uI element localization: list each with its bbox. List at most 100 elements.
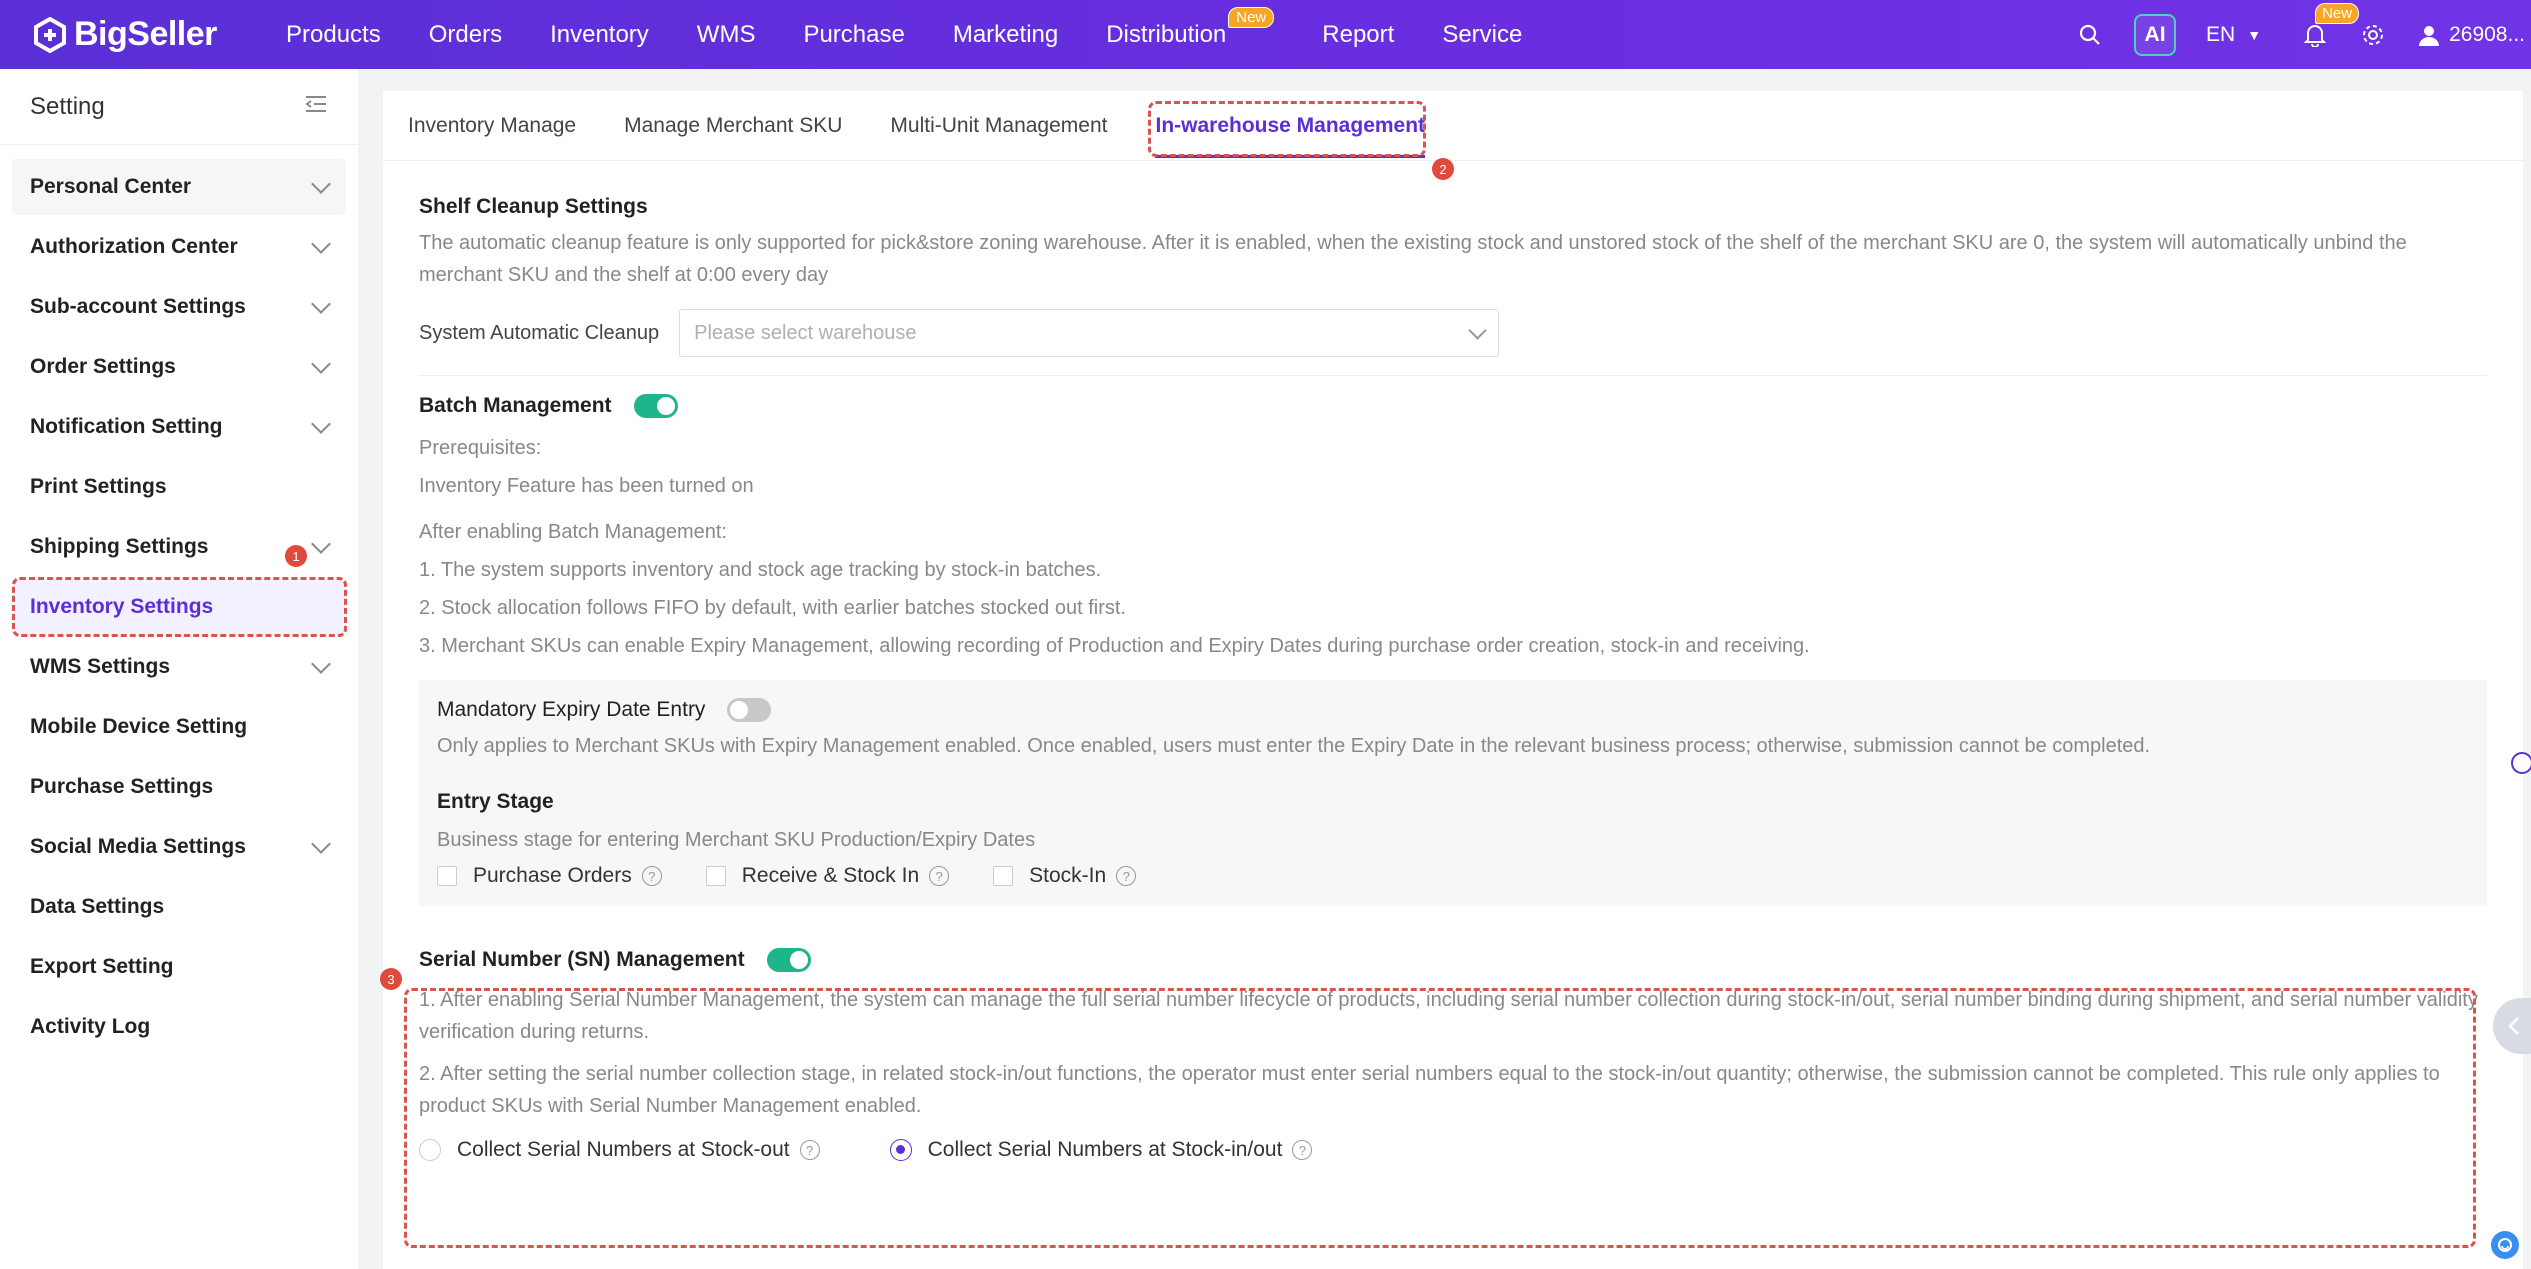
- sidebar-item-label: WMS Settings: [30, 655, 170, 678]
- collect-at-stock-out-radio[interactable]: [419, 1139, 441, 1161]
- sidebar-item-personal-center[interactable]: Personal Center: [12, 159, 346, 215]
- nav-wms[interactable]: WMS: [697, 21, 756, 49]
- entry-stage-options: Purchase Orders ? Receive & Stock In ? S…: [437, 864, 2469, 888]
- sidebar-item-export-setting[interactable]: Export Setting: [12, 939, 346, 995]
- top-right-tools: AI EN ▼ New 26908...: [2076, 0, 2531, 69]
- language-label: EN: [2206, 22, 2236, 46]
- help-icon[interactable]: ?: [929, 866, 950, 886]
- nav-service[interactable]: Service: [1442, 21, 1522, 49]
- sidebar-item-authorization-center[interactable]: Authorization Center: [12, 219, 346, 275]
- sidebar-item-print-settings[interactable]: Print Settings: [12, 459, 346, 515]
- nav-marketing[interactable]: Marketing: [953, 21, 1058, 49]
- sn-management-toggle[interactable]: [766, 948, 811, 972]
- prereq-text: Inventory Feature has been turned on: [419, 475, 754, 497]
- auto-cleanup-row: System Automatic Cleanup Please select w…: [419, 309, 2487, 357]
- sidebar-item-label: Shipping Settings: [30, 535, 209, 558]
- batch-point-1: 1. The system supports inventory and sto…: [419, 559, 1102, 581]
- help-icon[interactable]: ?: [1116, 866, 1137, 886]
- logo[interactable]: BigSeller: [32, 15, 232, 54]
- stock-in-label: Stock-In: [1029, 864, 1107, 887]
- purchase-orders-checkbox[interactable]: [437, 866, 457, 886]
- sn-point-2: 2. After setting the serial number colle…: [419, 1063, 2440, 1117]
- sidebar-item-notification-setting[interactable]: Notification Setting: [12, 399, 346, 455]
- sidebar-item-activity-log[interactable]: Activity Log: [12, 999, 346, 1055]
- sn-management-row: Serial Number (SN) Management: [419, 948, 2487, 972]
- chevron-down-icon: [311, 654, 331, 674]
- collect-at-stock-in-out-label: Collect Serial Numbers at Stock-in/out: [927, 1138, 1283, 1161]
- chevron-down-icon: [311, 234, 331, 254]
- bigseller-logo-icon: [32, 16, 68, 53]
- ai-button[interactable]: AI: [2134, 13, 2177, 56]
- batch-point-2: 2. Stock allocation follows FIFO by defa…: [419, 597, 1126, 619]
- language-selector[interactable]: EN ▼: [2206, 23, 2261, 47]
- nav-report[interactable]: Report: [1322, 21, 1394, 49]
- warehouse-select[interactable]: Please select warehouse: [679, 309, 1500, 357]
- sidebar-item-label: Order Settings: [30, 355, 176, 378]
- sidebar-header: Setting: [0, 69, 358, 145]
- search-icon[interactable]: [2076, 21, 2104, 49]
- nav-purchase[interactable]: Purchase: [803, 21, 904, 49]
- sidebar-item-label: Mobile Device Setting: [30, 715, 248, 738]
- mandatory-expiry-toggle[interactable]: [727, 698, 772, 722]
- sidebar-item-label: Personal Center: [30, 175, 192, 198]
- purchase-orders-label: Purchase Orders: [473, 864, 632, 887]
- sidebar-item-label: Social Media Settings: [30, 835, 246, 858]
- tab-inventory-manage[interactable]: Inventory Manage: [408, 114, 576, 138]
- expiry-settings-panel: Mandatory Expiry Date Entry Only applies…: [419, 680, 2487, 906]
- gear-icon[interactable]: [2359, 21, 2387, 49]
- user-icon: [2419, 25, 2440, 46]
- tab-multi-unit-management[interactable]: Multi-Unit Management: [890, 114, 1107, 138]
- help-icon[interactable]: ?: [1292, 1140, 1313, 1160]
- sidebar-item-purchase-settings[interactable]: Purchase Settings: [12, 759, 346, 815]
- entry-stage-title: Entry Stage: [437, 790, 554, 813]
- nav-distribution[interactable]: Distribution New: [1106, 6, 1275, 49]
- chevron-down-icon: [311, 354, 331, 374]
- top-nav-bar: BigSeller Products Orders Inventory WMS …: [0, 0, 2531, 69]
- chevron-down-icon: [311, 834, 331, 854]
- toggle-knob: [789, 951, 808, 969]
- sidebar-item-sub-account-settings[interactable]: Sub-account Settings: [12, 279, 346, 335]
- toggle-knob: [730, 701, 749, 719]
- step-marker-3: 3: [380, 968, 402, 990]
- after-enable-title: After enabling Batch Management:: [419, 521, 727, 543]
- stock-in-checkbox[interactable]: [993, 866, 1014, 886]
- batch-management-title: Batch Management: [419, 394, 612, 417]
- nav-inventory[interactable]: Inventory: [550, 21, 649, 49]
- nav-distribution-label: Distribution: [1106, 20, 1227, 48]
- sn-point-1: 1. After enabling Serial Number Manageme…: [419, 989, 2478, 1043]
- sidebar-menu: Personal Center Authorization Center Sub…: [0, 145, 358, 1073]
- sidebar-item-label: Purchase Settings: [30, 775, 214, 798]
- help-icon[interactable]: ?: [641, 866, 662, 886]
- sidebar-item-inventory-settings[interactable]: Inventory Settings: [12, 579, 346, 635]
- sidebar-item-mobile-device-setting[interactable]: Mobile Device Setting: [12, 699, 346, 755]
- nav-products[interactable]: Products: [286, 21, 381, 49]
- help-icon[interactable]: ?: [799, 1140, 820, 1160]
- nav-orders[interactable]: Orders: [429, 21, 502, 49]
- sn-management-title: Serial Number (SN) Management: [419, 948, 745, 971]
- sidebar-item-label: Print Settings: [30, 475, 167, 498]
- sidebar-item-data-settings[interactable]: Data Settings: [12, 879, 346, 935]
- step-marker-2: 2: [1432, 158, 1454, 180]
- support-chat-icon[interactable]: [2491, 1231, 2519, 1259]
- tab-in-warehouse-management[interactable]: In-warehouse Management: [1155, 114, 1425, 158]
- shelf-cleanup-desc: The automatic cleanup feature is only su…: [419, 232, 2407, 286]
- user-menu[interactable]: 26908...: [2417, 23, 2525, 47]
- sidebar-item-label: Notification Setting: [30, 415, 223, 438]
- sidebar-item-order-settings[interactable]: Order Settings: [12, 339, 346, 395]
- caret-down-icon: ▼: [2247, 26, 2262, 43]
- collapse-menu-icon[interactable]: [304, 93, 328, 121]
- sidebar-item-wms-settings[interactable]: WMS Settings: [12, 639, 346, 695]
- collect-at-stock-in-out-radio[interactable]: [889, 1139, 912, 1161]
- sn-collection-options: Collect Serial Numbers at Stock-out ? Co…: [419, 1138, 2487, 1162]
- edge-circle-icon[interactable]: [2511, 752, 2531, 774]
- settings-content: Shelf Cleanup Settings The automatic cle…: [383, 195, 2523, 1162]
- brand-name: BigSeller: [74, 15, 217, 53]
- prereq-title: Prerequisites:: [419, 437, 542, 459]
- bell-icon[interactable]: New: [2301, 2, 2360, 49]
- tab-manage-merchant-sku[interactable]: Manage Merchant SKU: [624, 114, 842, 138]
- batch-management-toggle[interactable]: [633, 394, 678, 418]
- sidebar-item-social-media-settings[interactable]: Social Media Settings: [12, 819, 346, 875]
- receive-stock-in-checkbox[interactable]: [705, 866, 726, 886]
- notification-badge: New: [2315, 2, 2360, 24]
- batch-management-row: Batch Management: [419, 394, 2487, 418]
